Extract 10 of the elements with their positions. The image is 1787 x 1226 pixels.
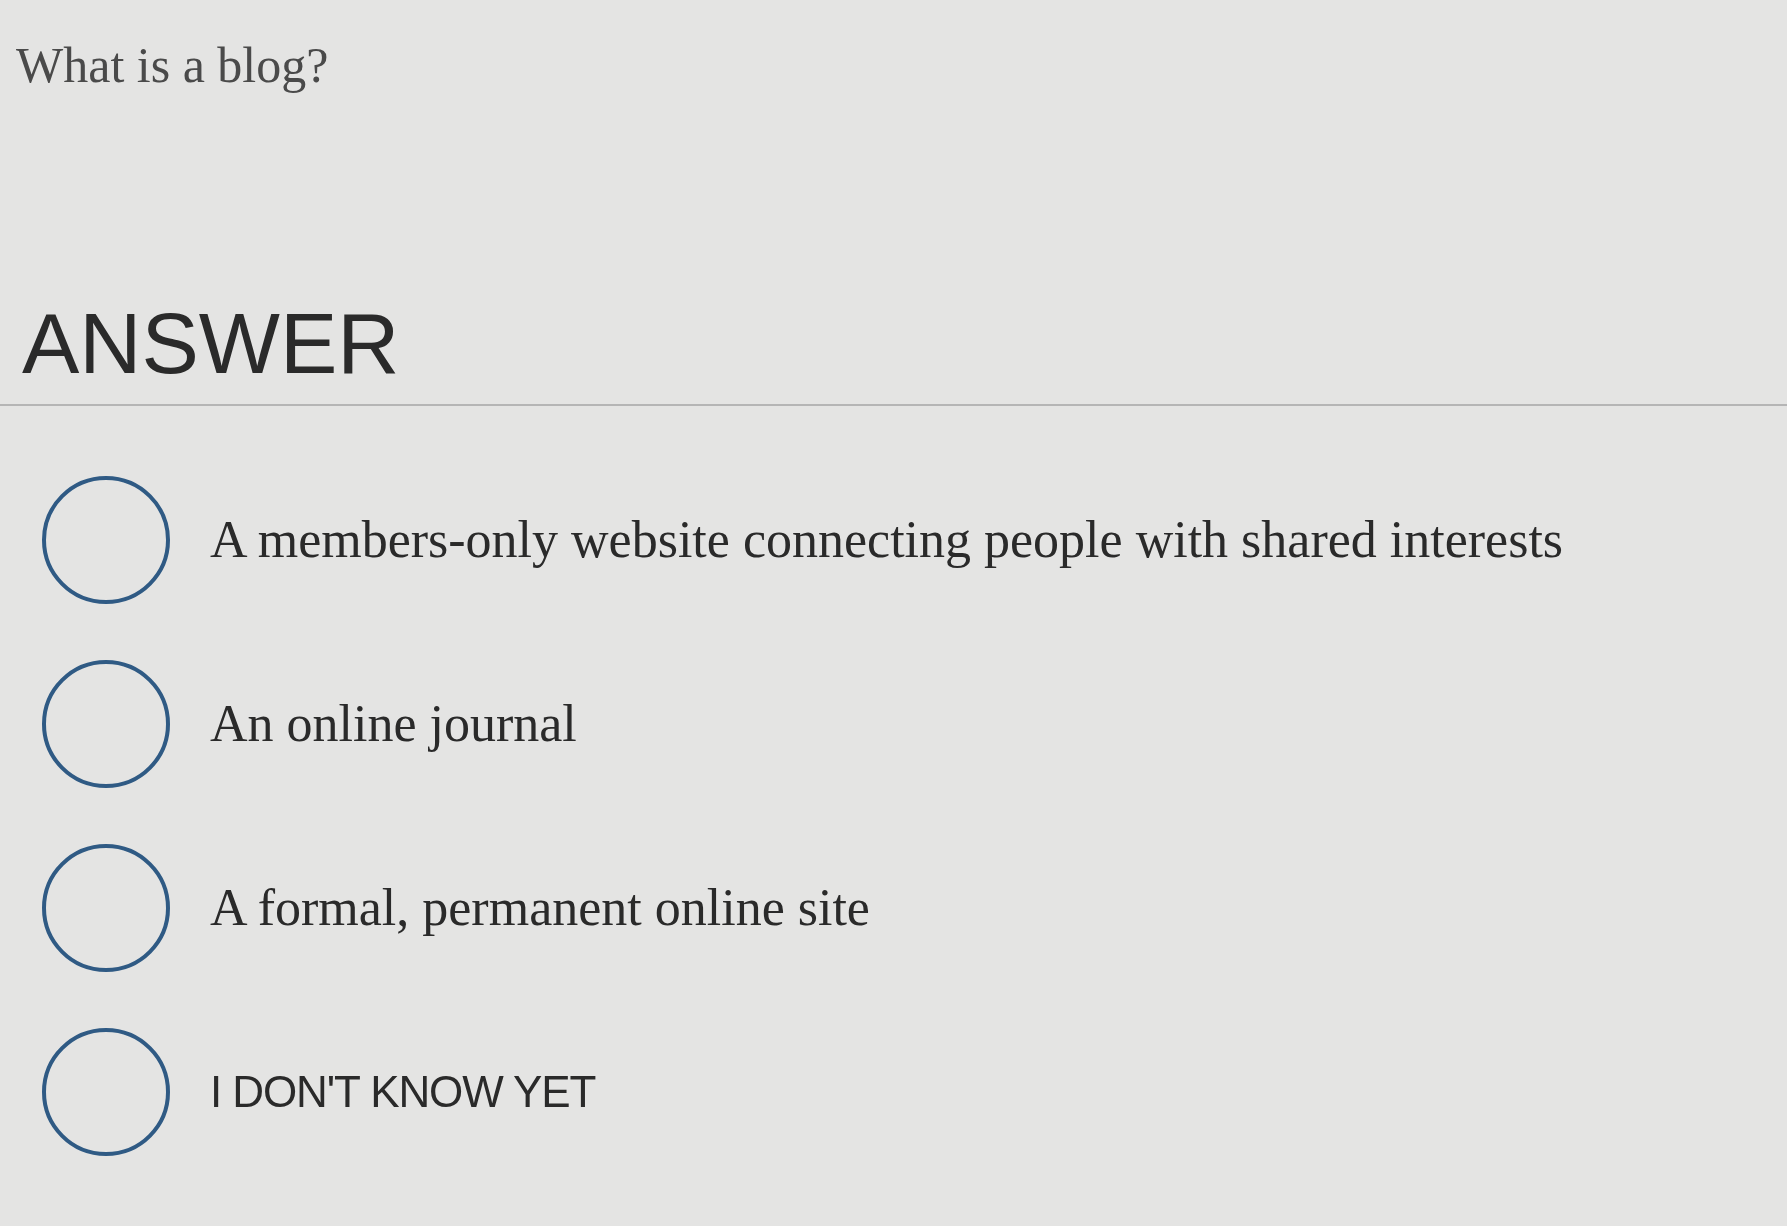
radio-button[interactable] — [42, 844, 170, 972]
radio-button[interactable] — [42, 660, 170, 788]
option-label: I DON'T KNOW YET — [210, 1066, 596, 1118]
question-text: What is a blog? — [16, 36, 329, 95]
option-label: A formal, permanent online site — [210, 878, 870, 938]
radio-button[interactable] — [42, 1028, 170, 1156]
option-label: An online journal — [210, 694, 577, 754]
answer-heading: ANSWER — [22, 300, 400, 386]
radio-button[interactable] — [42, 476, 170, 604]
option-label: A members-only website connecting people with shared interests — [210, 510, 1564, 570]
